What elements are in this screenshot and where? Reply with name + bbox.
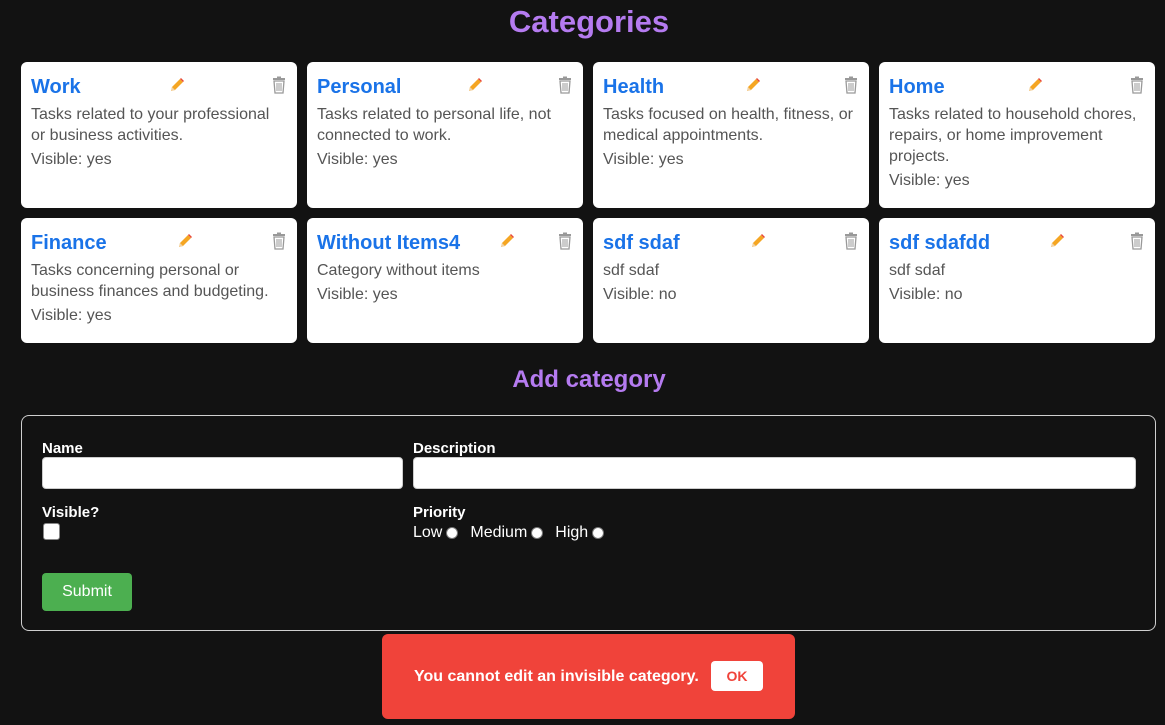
category-title[interactable]: Work [31,76,81,99]
radio-button[interactable] [592,527,605,539]
toast-message: You cannot edit an invisible category. [414,668,699,685]
category-title[interactable]: Finance [31,232,107,255]
category-visibility: Visible: yes [603,151,684,168]
category-title[interactable]: Health [603,76,664,99]
pencil-icon[interactable] [749,232,767,250]
page-title: Categories [508,4,670,39]
radio-button[interactable] [446,527,459,539]
add-category-title: Add category [512,366,666,393]
description-input[interactable] [413,457,1136,489]
trash-icon[interactable] [1129,232,1145,250]
category-card-home: Home Tasks related to household chores, … [879,62,1155,208]
trash-icon[interactable] [271,232,287,250]
priority-option-label: Medium [470,524,528,541]
category-visibility: Visible: yes [317,286,398,303]
priority-option-medium[interactable]: Medium [470,524,544,542]
visible-label: Visible? [42,504,100,521]
priority-option-label: High [555,524,589,541]
category-title[interactable]: sdf sdaf [603,232,680,255]
category-card-sdf-sdafdd: sdf sdafdd sdf sdaf Visible: no [879,218,1155,343]
priority-radio-group: Low Medium High [413,524,616,542]
category-card-without-items4: Without Items4 Category without items Vi… [307,218,583,343]
pencil-icon[interactable] [498,232,516,250]
pencil-icon[interactable] [744,76,762,94]
category-title[interactable]: Without Items4 [317,232,460,255]
category-visibility: Visible: yes [31,307,112,324]
pencil-icon[interactable] [466,76,484,94]
category-visibility: Visible: yes [889,172,970,189]
category-description: Tasks related to household chores, repai… [889,106,1137,165]
category-description: Category without items [317,262,480,279]
visible-checkbox[interactable] [43,523,60,540]
name-label: Name [42,440,83,457]
priority-option-low[interactable]: Low [413,524,459,542]
pencil-icon[interactable] [1026,76,1044,94]
category-description: Tasks concerning personal or business fi… [31,262,269,300]
category-title[interactable]: Personal [317,76,401,99]
trash-icon[interactable] [557,76,573,94]
pencil-icon[interactable] [176,232,194,250]
add-category-form: Name Description Visible? Priority Low M… [21,415,1156,631]
priority-label: Priority [413,504,466,521]
category-description: Tasks related to personal life, not conn… [317,106,551,144]
category-description: Tasks related to your professional or bu… [31,106,270,144]
category-title[interactable]: Home [889,76,945,99]
trash-icon[interactable] [1129,76,1145,94]
error-toast: You cannot edit an invisible category. O… [382,634,795,719]
pencil-icon[interactable] [168,76,186,94]
priority-option-high[interactable]: High [555,524,605,542]
category-visibility: Visible: no [603,286,677,303]
category-title[interactable]: sdf sdafdd [889,232,990,255]
pencil-icon[interactable] [1048,232,1066,250]
category-description: sdf sdaf [603,262,660,279]
trash-icon[interactable] [271,76,287,94]
category-card-finance: Finance Tasks concerning personal or bus… [21,218,297,343]
radio-button[interactable] [531,527,544,539]
name-input[interactable] [42,457,403,489]
priority-option-label: Low [413,524,443,541]
category-visibility: Visible: yes [317,151,398,168]
category-description: Tasks focused on health, fitness, or med… [603,106,853,144]
submit-button[interactable]: Submit [42,573,132,611]
category-card-work: Work Tasks related to your professional … [21,62,297,208]
trash-icon[interactable] [843,76,859,94]
category-grid: Work Tasks related to your professional … [21,62,1157,343]
category-visibility: Visible: yes [31,151,112,168]
description-label: Description [413,440,496,457]
category-description: sdf sdaf [889,262,946,279]
trash-icon[interactable] [557,232,573,250]
toast-ok-button[interactable]: OK [711,661,763,691]
category-card-health: Health Tasks focused on health, fitness,… [593,62,869,208]
category-card-sdf-sdaf: sdf sdaf sdf sdaf Visible: no [593,218,869,343]
category-card-personal: Personal Tasks related to personal life,… [307,62,583,208]
trash-icon[interactable] [843,232,859,250]
category-visibility: Visible: no [889,286,963,303]
